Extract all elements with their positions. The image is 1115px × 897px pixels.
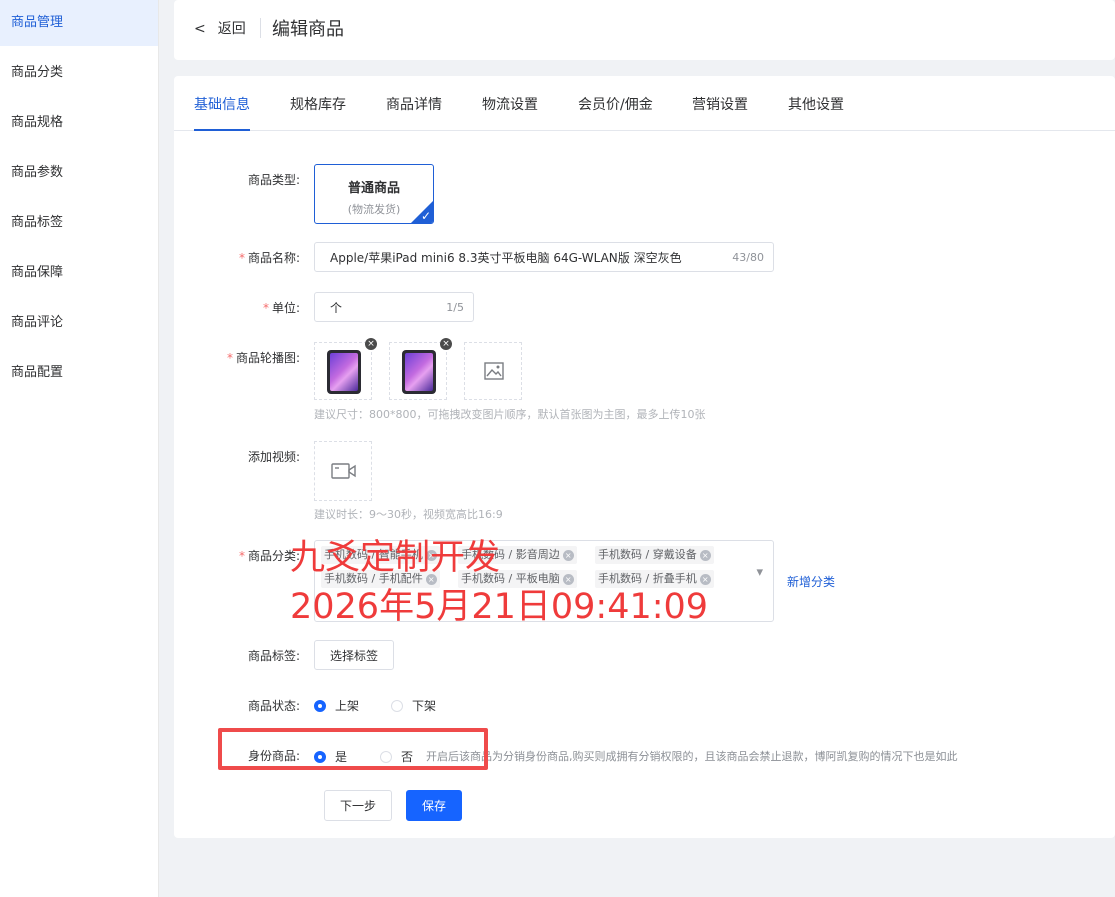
status-off-label: 下架 bbox=[412, 699, 437, 713]
edit-product-card: 基础信息 规格库存 商品详情 物流设置 会员价/佣金 营销设置 其他设置 商品类… bbox=[174, 76, 1115, 838]
back-label: 返回 bbox=[217, 21, 246, 37]
save-button[interactable]: 保存 bbox=[406, 790, 462, 821]
sidebar-item-product-reviews[interactable]: 商品评论 bbox=[0, 300, 158, 346]
tab-logistics[interactable]: 物流设置 bbox=[482, 94, 538, 129]
unit-label: * 单位: bbox=[174, 299, 300, 316]
ipad-thumbnail bbox=[402, 350, 436, 394]
tab-product-detail[interactable]: 商品详情 bbox=[386, 94, 442, 129]
product-name-count: 43/80 bbox=[732, 251, 764, 264]
product-type-label: 商品类型: bbox=[174, 171, 300, 188]
required-mark: * bbox=[226, 351, 233, 365]
sidebar-item-product-params[interactable]: 商品参数 bbox=[0, 150, 158, 196]
unit-label-text: 单位: bbox=[271, 301, 300, 315]
product-name-label: * 商品名称: bbox=[174, 249, 300, 266]
carousel-image-2[interactable]: × bbox=[389, 338, 452, 400]
sidebar-item-product-spec[interactable]: 商品规格 bbox=[0, 100, 158, 146]
tag-close-icon[interactable]: × bbox=[562, 550, 574, 561]
category-label: * 商品分类: bbox=[174, 547, 300, 564]
tab-marketing[interactable]: 营销设置 bbox=[692, 94, 748, 129]
add-category-link[interactable]: 新增分类 bbox=[787, 573, 835, 590]
sidebar-item-product-tags[interactable]: 商品标签 bbox=[0, 200, 158, 246]
category-tag-label: 手机数码 / 折叠手机 bbox=[598, 572, 697, 585]
identity-hint: 开启后该商品为分销身份商品,购买则成拥有分销权限的，且该商品会禁止退款，博阿凯复… bbox=[426, 750, 958, 763]
chevron-left-icon: < bbox=[194, 21, 206, 37]
page-title: 编辑商品 bbox=[272, 19, 344, 40]
product-name-value: Apple/苹果iPad mini6 8.3英寸平板电脑 64G-WLAN版 深… bbox=[330, 251, 682, 265]
watermark-line-1: 九爻定制开发 bbox=[290, 538, 501, 578]
product-type-label-text: 商品类型: bbox=[247, 173, 300, 187]
carousel-hint: 建议尺寸：800*800，可拖拽改变图片顺序，默认首张图为主图，最多上传10张 bbox=[314, 408, 706, 421]
status-on-label: 上架 bbox=[335, 699, 360, 713]
product-name-input[interactable]: Apple/苹果iPad mini6 8.3英寸平板电脑 64G-WLAN版 深… bbox=[314, 242, 774, 272]
required-mark: * bbox=[238, 251, 245, 265]
select-tags-button[interactable]: 选择标签 bbox=[314, 640, 394, 670]
product-type-option-normal[interactable]: 普通商品 (物流发货) ✓ bbox=[314, 164, 434, 224]
tag-close-icon[interactable]: × bbox=[699, 550, 711, 561]
video-label: 添加视频: bbox=[174, 448, 300, 465]
remove-image-icon[interactable]: × bbox=[365, 338, 377, 350]
status-label-text: 商品状态: bbox=[247, 699, 300, 713]
product-type-option-title: 普通商品 bbox=[347, 181, 400, 196]
sidebar: 商品管理 商品分类 商品规格 商品参数 商品标签 商品保障 商品评论 商品配置 bbox=[0, 0, 159, 897]
video-camera-icon bbox=[331, 463, 356, 479]
status-off-radio[interactable]: 下架 bbox=[391, 697, 436, 714]
tags-label-text: 商品标签: bbox=[247, 649, 300, 663]
radio-dot bbox=[391, 700, 403, 712]
tags-label: 商品标签: bbox=[174, 647, 300, 664]
status-on-radio[interactable]: 上架 bbox=[314, 697, 359, 714]
required-mark: * bbox=[262, 301, 269, 315]
video-hint: 建议时长：9～30秒，视频宽高比16:9 bbox=[314, 508, 503, 521]
product-name-label-text: 商品名称: bbox=[247, 251, 300, 265]
unit-input[interactable]: 个 1/5 bbox=[314, 292, 474, 322]
image-upload-icon bbox=[484, 362, 504, 380]
sidebar-item-product-category[interactable]: 商品分类 bbox=[0, 50, 158, 96]
tag-close-icon[interactable]: × bbox=[699, 574, 711, 585]
tab-other-settings[interactable]: 其他设置 bbox=[788, 94, 844, 129]
status-label: 商品状态: bbox=[174, 697, 300, 714]
tab-spec-stock[interactable]: 规格库存 bbox=[290, 94, 346, 129]
category-tag: 手机数码 / 折叠手机 × bbox=[595, 570, 714, 588]
radio-dot bbox=[314, 700, 326, 712]
carousel-label-text: 商品轮播图: bbox=[235, 351, 300, 365]
tab-member-price[interactable]: 会员价/佣金 bbox=[578, 94, 653, 129]
next-step-button[interactable]: 下一步 bbox=[324, 790, 392, 821]
back-button[interactable]: < 返回 bbox=[194, 18, 246, 38]
ipad-screen bbox=[330, 353, 358, 391]
chevron-down-icon[interactable]: ▾ bbox=[756, 566, 763, 579]
remove-image-icon[interactable]: × bbox=[440, 338, 452, 350]
tab-basic-info[interactable]: 基础信息 bbox=[194, 94, 250, 131]
upload-video-button[interactable] bbox=[314, 441, 372, 501]
video-label-text: 添加视频: bbox=[247, 450, 300, 464]
page-header: < 返回 编辑商品 bbox=[174, 0, 1115, 60]
tag-close-icon[interactable]: × bbox=[562, 574, 574, 585]
sidebar-item-product-guarantee[interactable]: 商品保障 bbox=[0, 250, 158, 296]
upload-image-button[interactable] bbox=[464, 342, 522, 400]
sidebar-item-product-management[interactable]: 商品管理 bbox=[0, 0, 158, 46]
required-mark: * bbox=[238, 549, 245, 563]
carousel-image-1[interactable]: × bbox=[314, 338, 377, 400]
unit-value: 个 bbox=[330, 301, 343, 315]
check-icon: ✓ bbox=[420, 209, 431, 223]
category-tag-label: 手机数码 / 穿戴设备 bbox=[598, 548, 697, 561]
ipad-screen bbox=[405, 353, 433, 391]
carousel-label: * 商品轮播图: bbox=[174, 349, 300, 366]
ipad-thumbnail bbox=[327, 350, 361, 394]
watermark-line-2: 2026年5月21日09:41:09 bbox=[290, 587, 709, 627]
highlight-annotation-box bbox=[218, 728, 488, 770]
tab-bar: 基础信息 规格库存 商品详情 物流设置 会员价/佣金 营销设置 其他设置 bbox=[174, 76, 1115, 131]
category-tag: 手机数码 / 穿戴设备 × bbox=[595, 546, 714, 564]
header-divider bbox=[260, 18, 261, 38]
sidebar-item-product-config[interactable]: 商品配置 bbox=[0, 350, 158, 396]
unit-count: 1/5 bbox=[446, 301, 464, 314]
